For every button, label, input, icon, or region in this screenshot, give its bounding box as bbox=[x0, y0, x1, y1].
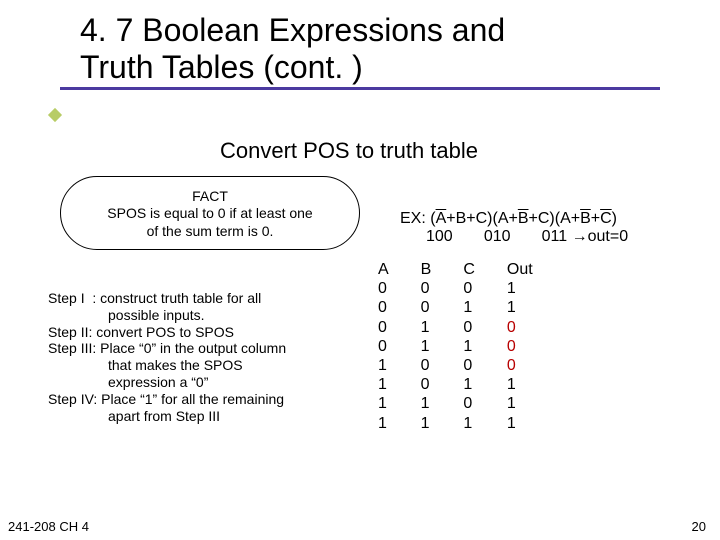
table-row: 0110 bbox=[378, 337, 533, 356]
ex-prefix: EX: ( bbox=[400, 210, 436, 227]
step-4a: Step IV: Place “1” for all the remaining bbox=[48, 391, 378, 408]
plus-4: + bbox=[529, 210, 538, 227]
table-row: 1000 bbox=[378, 356, 533, 375]
title-underline bbox=[60, 84, 660, 90]
fact-callout: FACT SPOS is equal to 0 if at least one … bbox=[60, 176, 360, 250]
step-1b: possible inputs. bbox=[108, 307, 378, 324]
plus-1: + bbox=[446, 210, 455, 227]
col-B: B bbox=[421, 260, 464, 279]
cell-c: 0 bbox=[463, 318, 507, 337]
cell-out: 1 bbox=[507, 394, 533, 413]
cell-b: 0 bbox=[421, 356, 464, 375]
code-010: 010 bbox=[484, 228, 511, 245]
step-3c: expression a “0” bbox=[108, 374, 378, 391]
table-row: 1011 bbox=[378, 375, 533, 394]
cell-a: 1 bbox=[378, 375, 421, 394]
B-1: B bbox=[456, 210, 467, 227]
cell-a: 1 bbox=[378, 414, 421, 433]
page-number: 20 bbox=[692, 519, 706, 534]
slide-title: 4. 7 Boolean Expressions and Truth Table… bbox=[80, 12, 640, 86]
step-2: Step II: convert POS to SPOS bbox=[48, 324, 378, 341]
cell-c: 1 bbox=[463, 298, 507, 317]
example-minterms: 100 010 011 →out=0 bbox=[426, 228, 710, 246]
cell-c: 0 bbox=[463, 356, 507, 375]
cell-b: 1 bbox=[421, 337, 464, 356]
table-row: 0001 bbox=[378, 279, 533, 298]
cell-out: 1 bbox=[507, 414, 533, 433]
A-3: A bbox=[560, 210, 571, 227]
code-100: 100 bbox=[426, 228, 453, 245]
truth-table: A B C Out 000100110100011010001011110111… bbox=[378, 260, 533, 433]
example-expression: EX: (A+B+C)(A+B+C)(A+B+C) bbox=[400, 210, 710, 228]
cell-out: 0 bbox=[507, 356, 533, 375]
B-bar-2: B bbox=[518, 210, 529, 227]
cell-a: 0 bbox=[378, 279, 421, 298]
plus-3: + bbox=[508, 210, 517, 227]
cell-c: 1 bbox=[463, 337, 507, 356]
footer-left: 241-208 CH 4 bbox=[8, 519, 89, 534]
col-C: C bbox=[463, 260, 507, 279]
cell-a: 1 bbox=[378, 394, 421, 413]
A-bar-1: A bbox=[436, 210, 447, 227]
plus-6: + bbox=[591, 210, 600, 227]
table-row: 1101 bbox=[378, 394, 533, 413]
title-line-1: 4. 7 Boolean Expressions and bbox=[80, 12, 505, 48]
slide: 4. 7 Boolean Expressions and Truth Table… bbox=[0, 0, 720, 540]
table-row: 1111 bbox=[378, 414, 533, 433]
C-bar-3: C bbox=[600, 210, 612, 227]
B-bar-3: B bbox=[580, 210, 591, 227]
cell-c: 1 bbox=[463, 414, 507, 433]
cell-c: 0 bbox=[463, 394, 507, 413]
plus-5: + bbox=[571, 210, 580, 227]
cell-out: 1 bbox=[507, 279, 533, 298]
table-row: 0011 bbox=[378, 298, 533, 317]
cell-c: 1 bbox=[463, 375, 507, 394]
title-line-2: Truth Tables (cont. ) bbox=[80, 49, 363, 85]
step-3a: Step III: Place “0” in the output column bbox=[48, 340, 378, 357]
table-row: 0100 bbox=[378, 318, 533, 337]
cell-b: 0 bbox=[421, 279, 464, 298]
col-Out: Out bbox=[507, 260, 533, 279]
plus-2: + bbox=[466, 210, 475, 227]
title-bullet-icon bbox=[48, 108, 62, 122]
cell-b: 0 bbox=[421, 375, 464, 394]
cell-c: 0 bbox=[463, 279, 507, 298]
code-011: 011 bbox=[542, 228, 572, 245]
cell-a: 1 bbox=[378, 356, 421, 375]
cell-out: 1 bbox=[507, 375, 533, 394]
cell-b: 0 bbox=[421, 298, 464, 317]
example-block: EX: (A+B+C)(A+B+C)(A+B+C) 100 010 011 →o… bbox=[400, 210, 710, 246]
fact-line-3: of the sum term is 0. bbox=[75, 223, 345, 241]
cell-b: 1 bbox=[421, 414, 464, 433]
cell-a: 0 bbox=[378, 337, 421, 356]
fact-line-1: FACT bbox=[75, 188, 345, 206]
cell-a: 0 bbox=[378, 298, 421, 317]
cell-b: 1 bbox=[421, 394, 464, 413]
cell-a: 0 bbox=[378, 318, 421, 337]
cell-out: 0 bbox=[507, 318, 533, 337]
close-3: ) bbox=[612, 210, 617, 227]
out-eq-0: →out=0 bbox=[572, 228, 628, 245]
cell-out: 0 bbox=[507, 337, 533, 356]
truth-header-row: A B C Out bbox=[378, 260, 533, 279]
subtitle: Convert POS to truth table bbox=[220, 138, 478, 164]
col-A: A bbox=[378, 260, 421, 279]
step-3b: that makes the SPOS bbox=[108, 357, 378, 374]
step-1a: Step I : construct truth table for all bbox=[48, 290, 378, 307]
cell-out: 1 bbox=[507, 298, 533, 317]
C-1: C bbox=[476, 210, 488, 227]
fact-line-2: SPOS is equal to 0 if at least one bbox=[75, 205, 345, 223]
C-2: C bbox=[538, 210, 550, 227]
step-4b: apart from Step III bbox=[108, 408, 378, 425]
cell-b: 1 bbox=[421, 318, 464, 337]
A-2: A bbox=[498, 210, 509, 227]
steps-block: Step I : construct truth table for all p… bbox=[48, 290, 378, 424]
